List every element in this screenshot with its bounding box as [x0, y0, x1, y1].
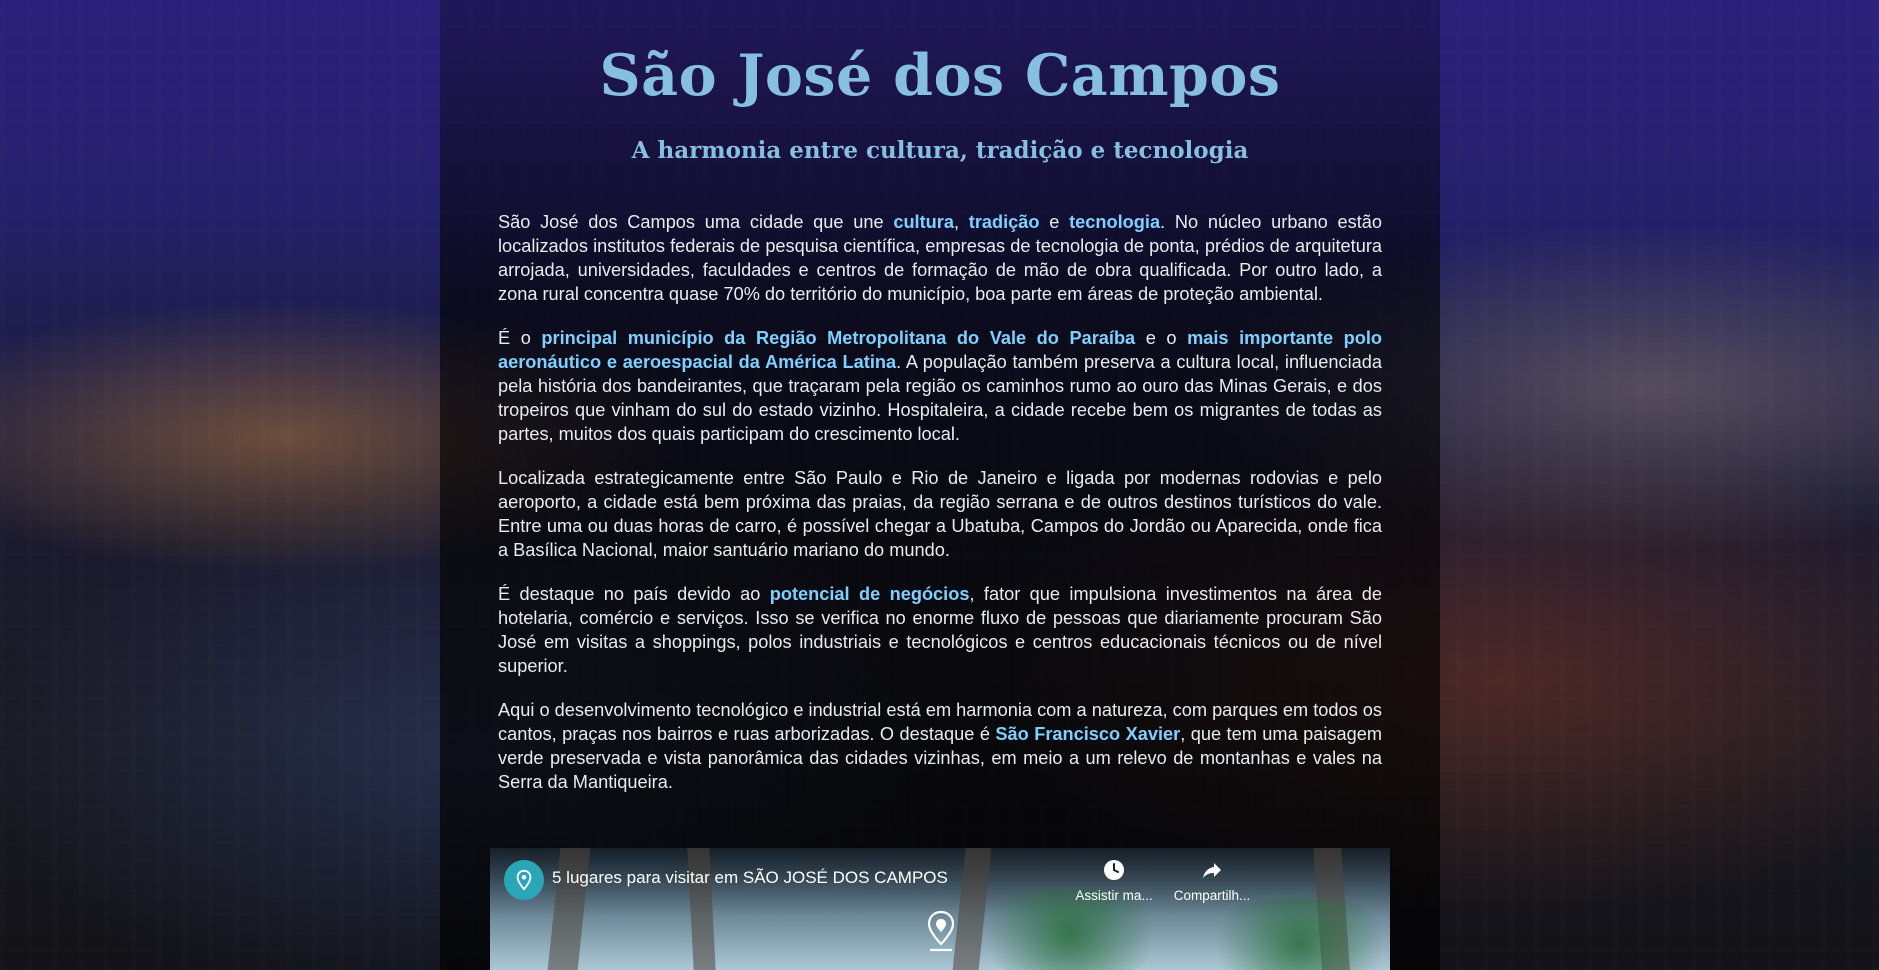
share-arrow-icon [1203, 863, 1221, 878]
share-label: Compartilh... [1173, 888, 1251, 903]
page-title: São José dos Campos [599, 42, 1281, 109]
clock-icon [1104, 860, 1124, 880]
text-segment: e [1039, 212, 1070, 232]
watch-later-button[interactable]: Assistir ma... [1068, 858, 1160, 903]
article-body: São José dos Campos uma cidade que une c… [498, 210, 1382, 814]
share-button[interactable]: Compartilh... [1166, 858, 1258, 903]
highlight-potencial-negocios: potencial de negócios [769, 584, 970, 604]
highlight-tecnologia: tecnologia [1069, 212, 1161, 232]
paragraph-3: Localizada estrategicamente entre São Pa… [498, 468, 1382, 560]
video-embed[interactable]: 5 lugares para visitar em SÃO JOSÉ DOS C… [490, 848, 1390, 970]
page-header: São José dos Campos A harmonia entre cul… [440, 0, 1440, 164]
paragraph-5: Aqui o desenvolvimento tecnológico e ind… [498, 698, 1382, 794]
paragraph-1: São José dos Campos uma cidade que une c… [498, 210, 1382, 306]
paragraph-4: É destaque no país devido ao potencial d… [498, 582, 1382, 678]
text-segment: É o [498, 328, 542, 348]
text-segment: , [953, 212, 969, 232]
channel-avatar[interactable] [504, 860, 544, 900]
watch-later-label: Assistir ma... [1075, 888, 1153, 903]
video-thumbnail-palm [685, 848, 717, 970]
video-title[interactable]: 5 lugares para visitar em SÃO JOSÉ DOS C… [552, 868, 948, 888]
highlight-tradicao: tradição [968, 212, 1040, 232]
paragraph-2: É o principal município da Região Metrop… [498, 326, 1382, 446]
page-subtitle: A harmonia entre cultura, tradição e tec… [631, 137, 1249, 164]
map-pin-icon [516, 869, 532, 891]
video-thumbnail-palm [546, 848, 594, 970]
map-pin-download-icon [927, 910, 955, 952]
highlight-principal-municipio: principal município da Região Metropolit… [541, 328, 1136, 348]
text-segment: São José dos Campos uma cidade que une [498, 212, 894, 232]
highlight-cultura: cultura [893, 212, 954, 232]
text-segment: É destaque no país devido ao [498, 584, 770, 604]
highlight-sao-francisco-xavier: São Francisco Xavier [995, 724, 1181, 744]
text-segment: e o [1135, 328, 1188, 348]
video-thumbnail-leaves [1190, 898, 1390, 970]
